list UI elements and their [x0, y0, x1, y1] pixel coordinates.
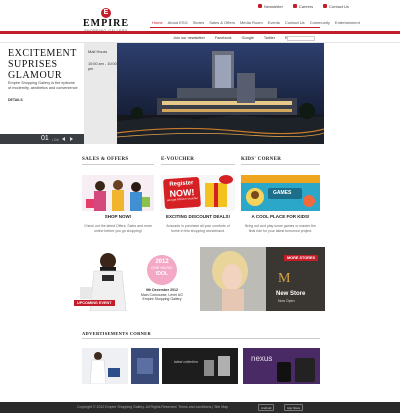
register-badge: Register NOW! and get RM10 e-Voucher — [162, 176, 202, 210]
facebook-link[interactable]: Facebook — [215, 34, 232, 43]
shoppers-image — [82, 175, 154, 211]
new-badge — [219, 175, 233, 184]
android-store-button[interactable]: Android — [258, 404, 275, 411]
product-icon — [204, 360, 214, 376]
sales-text: Check out the latest Offers, Sales and m… — [84, 224, 152, 233]
page: E EMPIRE SHOPPING GALLERY Newsletter Car… — [0, 0, 400, 413]
contact-icon — [323, 4, 328, 8]
ad-nexus[interactable]: nexus — [243, 348, 320, 384]
kids-caption[interactable]: A COOL PLACE FOR KIDS! — [241, 214, 320, 219]
event-venue-line2: Empire Shopping Gallery — [142, 297, 182, 301]
mall-hours-title: Mall Hours — [88, 49, 108, 54]
voucher-note: and get RM10 e-Voucher — [166, 195, 199, 203]
ads-divider — [82, 338, 320, 339]
slide-total: / 04 — [52, 137, 59, 142]
new-store-banner[interactable]: MORE STORES M New Store Now Open — [200, 247, 325, 311]
prev-arrow-icon[interactable] — [62, 137, 65, 141]
upcoming-event-tag: UPCOMING EVENT — [74, 300, 115, 306]
phone-icon — [277, 362, 291, 382]
sales-caption[interactable]: SHOP NOW! — [82, 214, 154, 219]
badge-line2: IDOL — [156, 271, 168, 277]
sales-heading: SALES & OFFERS — [82, 157, 129, 162]
nav-item-events[interactable]: Events — [268, 18, 280, 27]
nav-underline — [150, 27, 320, 28]
careers-icon — [292, 4, 297, 8]
hero-right-panel — [324, 43, 400, 144]
mall-hours: Mall Hours 10:00 am - 10:00 pm — [84, 43, 117, 144]
hero-details-link[interactable]: DETAILS — [8, 98, 23, 102]
newsletter-icon — [258, 4, 262, 8]
footer: Copyright © 2012 Empire Shopping Gallery… — [0, 402, 400, 413]
kids-heading: KIDS' CORNER — [241, 157, 282, 162]
voucher-caption[interactable]: EXCITING DISCOUNT DEALS! — [161, 214, 235, 219]
kids-text: Bring out and play some games or master … — [245, 224, 316, 233]
hero-pager: 01 / 04 — [0, 134, 84, 144]
badge-year: 2012 — [155, 259, 169, 265]
new-store-title: New Store — [276, 291, 306, 297]
nav-item-stores[interactable]: Stores — [193, 18, 205, 27]
hero-title: EXCITEMENT SUPRISES GLAMOUR — [8, 48, 77, 81]
nav-item-contact[interactable]: Contact Us — [285, 18, 305, 27]
hero-description: Empire Shopping Gallery is the epitome o… — [8, 81, 78, 90]
main-nav: Home About ESG Stores Sales & Offers Med… — [152, 18, 360, 27]
logo-mark: E — [101, 8, 111, 18]
nav-item-media[interactable]: Media Room — [240, 18, 263, 27]
newsletter-link[interactable]: Newsletter — [258, 2, 283, 10]
ad-collection-text: latest collection — [174, 360, 198, 364]
ad-collection[interactable]: latest collection — [162, 348, 238, 384]
ad-fashion[interactable] — [82, 348, 128, 384]
footer-copyright: Copyright © 2012 Empire Shopping Gallery… — [77, 405, 229, 409]
voucher-text: Amounts in purchase all your comforts of… — [166, 224, 230, 233]
nav-item-home[interactable]: Home — [152, 18, 163, 27]
hero-building-photo — [117, 43, 324, 144]
ads-heading: ADVERTISEMENTS CORNER — [82, 331, 152, 336]
tablet-icon — [295, 358, 315, 382]
brand-m-icon: M — [278, 271, 291, 286]
app-store-button[interactable]: App Store — [284, 404, 304, 411]
search-input[interactable] — [287, 36, 315, 41]
google-link[interactable]: Google — [242, 34, 254, 43]
voucher-heading: E-VOUCHER — [161, 157, 195, 162]
nexus-brand: nexus — [251, 354, 273, 363]
new-store-sub: Now Open — [278, 299, 295, 303]
kids-card[interactable]: GAMES — [241, 175, 320, 211]
contact-link[interactable]: Contact Us — [323, 2, 349, 10]
voucher-card[interactable]: Register NOW! and get RM10 e-Voucher — [161, 175, 235, 211]
mall-hours-value: 10:00 am - 10:00 pm — [88, 62, 117, 71]
music-idol-badge: 2012 ONE MUSIC IDOL — [147, 255, 177, 285]
nav-item-community[interactable]: Community — [310, 18, 330, 27]
fashion-model-image — [82, 348, 128, 384]
newsletter-join-link[interactable]: Join our newsletter — [173, 34, 205, 43]
sub-bar: Join our newsletter Facebook Google Twit… — [0, 34, 400, 43]
ad-blue[interactable] — [131, 348, 159, 384]
games-label: GAMES — [273, 190, 292, 196]
sales-card[interactable] — [82, 175, 154, 211]
nav-item-sales[interactable]: Sales & Offers — [209, 18, 235, 27]
product-icon-2 — [218, 356, 230, 376]
next-arrow-icon[interactable] — [70, 137, 73, 141]
twitter-link[interactable]: Twitter — [264, 34, 275, 43]
nav-item-entertainment[interactable]: Entertainment — [335, 18, 360, 27]
sales-divider — [82, 164, 154, 165]
kids-divider — [241, 164, 320, 165]
ad-blue-graphic — [137, 358, 153, 374]
event-details: 9th December 2012 Main Concourse, Level … — [140, 288, 184, 302]
event-banner[interactable]: UPCOMING EVENT 2012 ONE MUSIC IDOL 9th D… — [72, 247, 200, 311]
more-stores-tag[interactable]: MORE STORES — [284, 255, 318, 261]
voucher-divider — [161, 164, 235, 165]
logo-name: EMPIRE — [83, 18, 129, 29]
event-date: 9th December 2012 — [146, 288, 178, 292]
utility-links: Newsletter Careers Contact Us — [258, 2, 349, 10]
nav-item-about[interactable]: About ESG — [168, 18, 188, 27]
slide-number: 01 — [41, 135, 49, 142]
careers-link[interactable]: Careers — [292, 2, 313, 10]
gift-ribbon — [214, 183, 218, 207]
